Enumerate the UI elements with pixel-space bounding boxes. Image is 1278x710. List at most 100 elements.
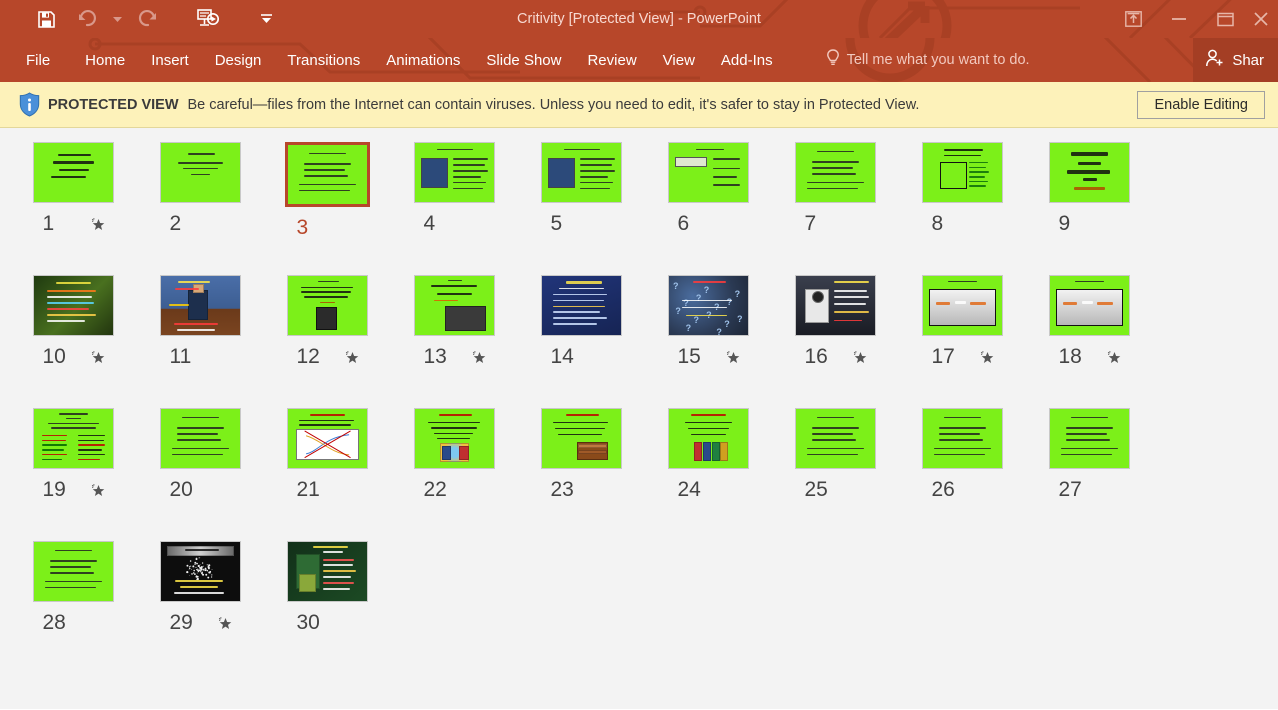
slide-thumbnail-29[interactable]: 29 [137, 535, 264, 668]
slide-thumbnail-24[interactable]: 24 [645, 402, 772, 535]
slide-thumbnail-18[interactable]: 18 [1026, 269, 1153, 402]
slide-thumbnail-frame[interactable] [33, 142, 114, 203]
slide-thumbnail-23[interactable]: 23 [518, 402, 645, 535]
slide-thumbnail-20[interactable]: 20 [137, 402, 264, 535]
slide-thumbnail-3[interactable]: 3 [264, 136, 391, 269]
slide-thumbnail-13[interactable]: 13 [391, 269, 518, 402]
slide-thumbnail-frame[interactable] [160, 408, 241, 469]
slide-thumbnail-1[interactable]: 1 [10, 136, 137, 269]
save-button[interactable] [26, 2, 66, 36]
start-slideshow-button[interactable] [188, 2, 228, 36]
slide-thumbnail-frame[interactable] [1049, 275, 1130, 336]
tab-file[interactable]: File [0, 47, 72, 74]
tab-slide-show[interactable]: Slide Show [473, 47, 574, 74]
tab-animations[interactable]: Animations [373, 47, 473, 74]
slide-thumbnail-frame[interactable] [922, 275, 1003, 336]
slide-sorter-workspace[interactable]: 1234567891011121314??????????????1516171… [0, 128, 1278, 709]
animation-star-icon[interactable] [980, 349, 996, 365]
slide-thumbnail-image [415, 409, 494, 468]
slide-thumbnail-5[interactable]: 5 [518, 136, 645, 269]
undo-dropdown-chevron-down-icon[interactable] [106, 2, 128, 36]
slide-thumbnail-frame[interactable] [795, 275, 876, 336]
tell-me-search[interactable]: Tell me what you want to do. [826, 49, 1030, 71]
slide-thumbnail-frame[interactable] [795, 142, 876, 203]
slide-thumbnail-frame[interactable] [668, 408, 749, 469]
slide-thumbnail-frame[interactable] [668, 142, 749, 203]
slide-thumbnail-frame[interactable] [33, 408, 114, 469]
slide-thumbnail-19[interactable]: 19 [10, 402, 137, 535]
customize-qat-chevron-down-icon[interactable] [246, 2, 286, 36]
slide-thumbnail-2[interactable]: 2 [137, 136, 264, 269]
share-button[interactable]: Shar [1193, 38, 1278, 82]
slide-thumbnail-4[interactable]: 4 [391, 136, 518, 269]
slide-thumbnail-frame[interactable] [160, 142, 241, 203]
slide-thumbnail-16[interactable]: 16 [772, 269, 899, 402]
ribbon-display-options-icon[interactable] [1110, 0, 1156, 38]
slide-thumbnail-image [1050, 143, 1129, 202]
slide-thumbnail-frame[interactable] [414, 275, 495, 336]
slide-thumbnail-frame[interactable] [287, 408, 368, 469]
slide-thumbnail-frame[interactable] [287, 275, 368, 336]
slide-thumbnail-11[interactable]: 11 [137, 269, 264, 402]
slide-thumbnail-21[interactable]: 21 [264, 402, 391, 535]
slide-thumbnail-frame[interactable] [922, 408, 1003, 469]
restore-icon[interactable] [1202, 0, 1248, 38]
animation-star-icon[interactable] [853, 349, 869, 365]
slide-thumbnail-17[interactable]: 17 [899, 269, 1026, 402]
slide-thumbnail-frame[interactable] [285, 142, 370, 207]
slide-thumbnail-frame[interactable] [287, 541, 368, 602]
slide-thumbnail-frame[interactable] [414, 142, 495, 203]
slide-thumbnail-frame[interactable] [160, 541, 241, 602]
slide-thumbnail-8[interactable]: 8 [899, 136, 1026, 269]
slide-thumbnail-frame[interactable] [33, 541, 114, 602]
slide-thumbnail-frame[interactable] [795, 408, 876, 469]
animation-star-icon[interactable] [91, 349, 107, 365]
slide-thumbnail-frame[interactable] [414, 408, 495, 469]
slide-thumbnail-frame[interactable] [541, 142, 622, 203]
animation-star-icon[interactable] [472, 349, 488, 365]
slide-thumbnail-frame[interactable] [922, 142, 1003, 203]
slide-thumbnail-frame[interactable] [541, 408, 622, 469]
slide-thumbnail-frame[interactable] [1049, 408, 1130, 469]
enable-editing-button[interactable]: Enable Editing [1137, 91, 1265, 119]
tab-transitions[interactable]: Transitions [274, 47, 373, 74]
slide-number: 16 [805, 345, 829, 369]
slide-thumbnail-15[interactable]: ?????????????? 15 [645, 269, 772, 402]
redo-button[interactable] [128, 2, 168, 36]
tab-insert[interactable]: Insert [138, 47, 202, 74]
slide-thumbnail-9[interactable]: 9 [1026, 136, 1153, 269]
tab-design[interactable]: Design [202, 47, 275, 74]
minimize-icon[interactable] [1156, 0, 1202, 38]
animation-star-icon[interactable] [91, 216, 107, 232]
slide-thumbnail-26[interactable]: 26 [899, 402, 1026, 535]
animation-star-icon[interactable] [1107, 349, 1123, 365]
slide-thumbnail-25[interactable]: 25 [772, 402, 899, 535]
slide-thumbnail-frame[interactable] [541, 275, 622, 336]
slide-thumbnail-22[interactable]: 22 [391, 402, 518, 535]
slide-thumbnail-frame[interactable]: ?????????????? [668, 275, 749, 336]
slide-thumbnail-30[interactable]: 30 [264, 535, 391, 668]
tab-add-ins[interactable]: Add-Ins [708, 47, 786, 74]
slide-thumbnail-28[interactable]: 28 [10, 535, 137, 668]
animation-star-icon[interactable] [726, 349, 742, 365]
slide-thumbnail-7[interactable]: 7 [772, 136, 899, 269]
slide-thumbnail-12[interactable]: 12 [264, 269, 391, 402]
slide-thumbnail-image [542, 276, 621, 335]
slide-thumbnail-6[interactable]: 6 [645, 136, 772, 269]
tab-review[interactable]: Review [574, 47, 649, 74]
animation-star-icon[interactable] [91, 482, 107, 498]
thumb-text-line [807, 454, 858, 456]
slide-thumbnail-14[interactable]: 14 [518, 269, 645, 402]
close-icon[interactable] [1248, 0, 1278, 38]
tab-home[interactable]: Home [72, 47, 138, 74]
tab-view[interactable]: View [650, 47, 708, 74]
slide-thumbnail-frame[interactable] [33, 275, 114, 336]
slide-thumbnail-image [161, 276, 240, 335]
undo-button[interactable] [66, 2, 106, 36]
animation-star-icon[interactable] [218, 615, 234, 631]
slide-thumbnail-10[interactable]: 10 [10, 269, 137, 402]
animation-star-icon[interactable] [345, 349, 361, 365]
slide-thumbnail-27[interactable]: 27 [1026, 402, 1153, 535]
slide-thumbnail-frame[interactable] [1049, 142, 1130, 203]
slide-thumbnail-frame[interactable] [160, 275, 241, 336]
